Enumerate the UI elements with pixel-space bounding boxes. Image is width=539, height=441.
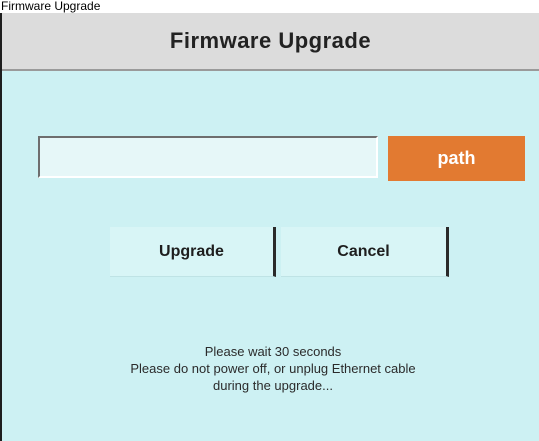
page-heading-strip: Firmware Upgrade	[0, 0, 539, 13]
notice-line-1: Please wait 30 seconds	[204, 344, 342, 359]
page-heading-text: Firmware Upgrade	[1, 0, 101, 13]
firmware-path-input[interactable]	[38, 136, 378, 178]
firmware-upgrade-dialog: Firmware Upgrade path Upgrade Cancel Ple…	[0, 13, 539, 441]
dialog-title: Firmware Upgrade	[169, 28, 372, 53]
upgrade-button[interactable]: Upgrade	[110, 227, 276, 277]
path-button[interactable]: path	[388, 136, 525, 181]
notice-line-3: during the upgrade...	[213, 378, 333, 393]
cancel-button[interactable]: Cancel	[281, 227, 449, 277]
dialog-header: Firmware Upgrade	[2, 13, 539, 71]
notice-line-2: Please do not power off, or unplug Ether…	[130, 361, 416, 376]
upgrade-notice: Please wait 30 seconds Please do not pow…	[38, 343, 508, 394]
